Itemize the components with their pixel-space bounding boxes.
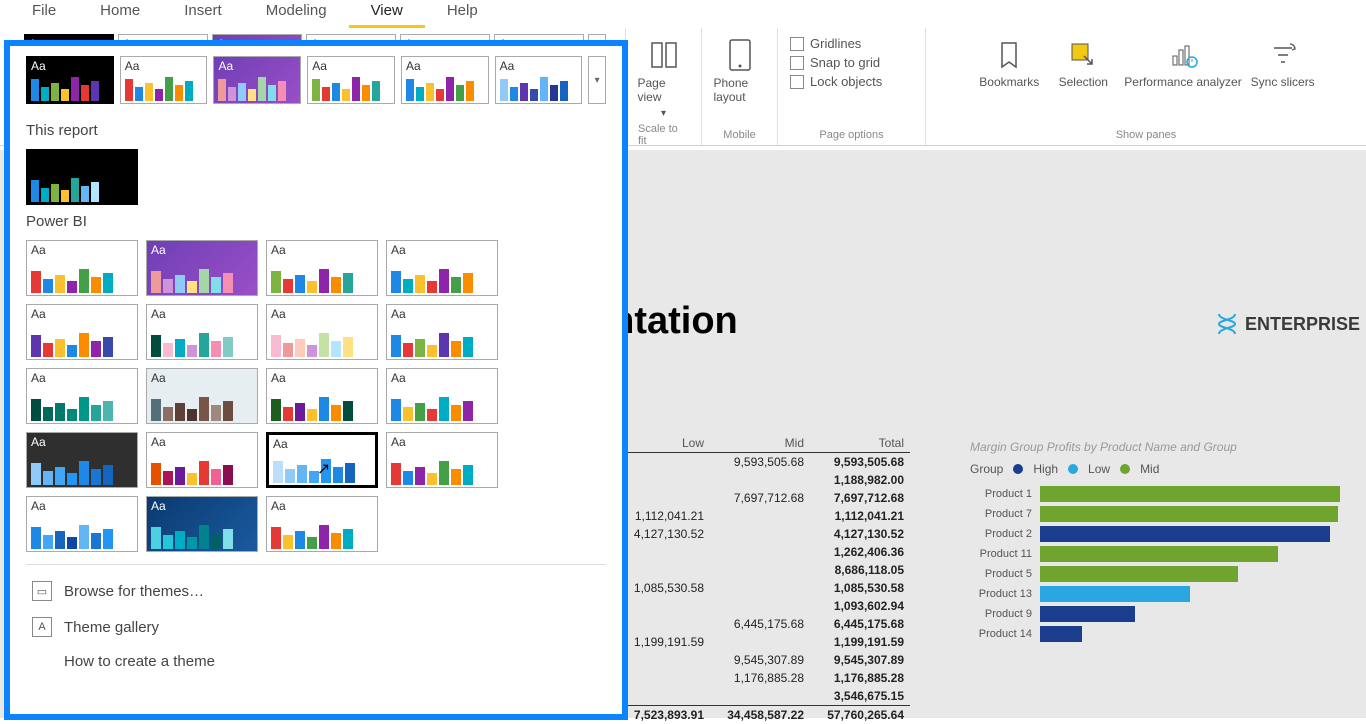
table-row: 9,593,505.689,593,505.68 xyxy=(610,453,910,471)
dropdown-actions: ▭Browse for themes…ATheme galleryHow to … xyxy=(26,564,606,678)
checkbox-snap-to-grid[interactable]: Snap to grid xyxy=(790,53,913,72)
table-row: 4,127,130.524,127,130.52 xyxy=(610,525,910,543)
checkbox-gridlines[interactable]: Gridlines xyxy=(790,34,913,53)
performance-analyzer-icon xyxy=(1166,38,1200,72)
action-theme-gallery[interactable]: ATheme gallery xyxy=(26,609,606,645)
bookmarks-icon xyxy=(992,38,1026,72)
group-label-mobile: Mobile xyxy=(723,129,755,143)
table-row: 9,545,307.899,545,307.89 xyxy=(610,651,910,669)
theme-swatch[interactable]: Aa xyxy=(26,149,138,205)
chart-bar-row: Product 13 xyxy=(970,586,1360,602)
chart-bar-row: Product 1 xyxy=(970,486,1360,502)
theme-swatch[interactable]: Aa xyxy=(26,304,138,360)
theme-swatch[interactable]: Aa xyxy=(146,368,258,424)
theme-swatch[interactable]: Aa xyxy=(146,304,258,360)
theme-swatch[interactable]: Aa xyxy=(495,56,583,104)
menu-file[interactable]: File xyxy=(10,0,78,25)
chart-bar-row: Product 2 xyxy=(970,526,1360,542)
theme-swatch[interactable]: Aa xyxy=(386,432,498,488)
theme-swatch[interactable]: Aa xyxy=(26,368,138,424)
current-theme-slot: Aa xyxy=(26,149,606,205)
theme-swatch[interactable]: Aa xyxy=(386,240,498,296)
bookmarks-button[interactable]: Bookmarks xyxy=(974,34,1044,93)
dna-icon xyxy=(1215,312,1239,336)
table-row: 1,176,885.281,176,885.28 xyxy=(610,669,910,687)
selection-button[interactable]: Selection xyxy=(1048,34,1118,93)
menu-insert[interactable]: Insert xyxy=(162,0,244,25)
theme-swatch[interactable]: Aa xyxy=(26,496,138,552)
data-table[interactable]: LowMidTotal 9,593,505.689,593,505.681,18… xyxy=(610,434,910,724)
sync-slicers-icon xyxy=(1266,38,1300,72)
table-row: 7,697,712.687,697,712.68 xyxy=(610,489,910,507)
theme-swatch[interactable]: Aa xyxy=(386,368,498,424)
theme-swatch[interactable]: Aa xyxy=(146,240,258,296)
section-power-bi: Power BI xyxy=(26,213,606,230)
table-total-row: 7,523,893.9134,458,587.2257,760,265.64 xyxy=(610,705,910,724)
table-row: 1,188,982.00 xyxy=(610,471,910,489)
phone-layout-button[interactable]: Phone layout xyxy=(712,34,768,108)
show-panes-buttons: BookmarksSelectionPerformance analyzerSy… xyxy=(974,34,1317,93)
action-browse-for-themes-[interactable]: ▭Browse for themes… xyxy=(26,573,606,609)
chart-bar-row: Product 7 xyxy=(970,506,1360,522)
checkbox-lock-objects[interactable]: Lock objects xyxy=(790,72,913,91)
menu-help[interactable]: Help xyxy=(425,0,500,25)
table-row: 1,262,406.36 xyxy=(610,543,910,561)
page-view-icon xyxy=(647,38,681,72)
table-row: 6,445,175.686,445,175.68 xyxy=(610,615,910,633)
theme-swatch[interactable]: Aa xyxy=(307,56,395,104)
table-row: 1,112,041.211,112,041.21 xyxy=(610,507,910,525)
chart-bars: Product 1 Product 7 Product 2 Product 11 Pro… xyxy=(970,486,1360,642)
page-options-checks: GridlinesSnap to gridLock objects xyxy=(790,34,913,91)
theme-swatch[interactable]: Aa xyxy=(26,432,138,488)
theme-swatch[interactable]: Aa xyxy=(266,368,378,424)
table-row: 1,199,191.591,199,191.59 xyxy=(610,633,910,651)
table-row: 1,085,530.581,085,530.58 xyxy=(610,579,910,597)
group-label-scale: Scale to fit xyxy=(638,123,689,149)
action-how-to-create-a-theme[interactable]: How to create a theme xyxy=(26,645,606,678)
section-this-report: This report xyxy=(26,122,606,139)
chart-bar-row: Product 9 xyxy=(970,606,1360,622)
theme-swatch[interactable]: Aa xyxy=(120,56,208,104)
chart-title: Margin Group Profits by Product Name and… xyxy=(970,440,1360,454)
theme-swatch[interactable]: Aa xyxy=(26,56,114,104)
table-row: 3,546,675.15 xyxy=(610,687,910,705)
theme-swatch[interactable]: Aa xyxy=(401,56,489,104)
theme-swatch[interactable]: Aa xyxy=(213,56,301,104)
group-label-options: Page options xyxy=(819,129,883,143)
group-label-panes: Show panes xyxy=(1116,129,1177,143)
phone-icon xyxy=(723,38,757,72)
selection-icon xyxy=(1066,38,1100,72)
chart-bar-row: Product 11 xyxy=(970,546,1360,562)
theme-grid: AaAaAaAaAaAaAaAaAaAaAaAaAaAaAa↖AaAaAaAa xyxy=(26,240,606,552)
theme-swatch[interactable]: Aa xyxy=(146,432,258,488)
table-row: 1,093,602.94 xyxy=(610,597,910,615)
theme-swatch[interactable]: Aa xyxy=(386,304,498,360)
theme-swatch[interactable]: Aa xyxy=(266,496,378,552)
theme-swatch[interactable]: Aa xyxy=(146,496,258,552)
table-header: LowMidTotal xyxy=(610,434,910,453)
table-body: 9,593,505.689,593,505.681,188,982.007,69… xyxy=(610,453,910,705)
themes-dropdown: AaAaAaAaAaAa▾ This report Aa Power BI Aa… xyxy=(4,40,628,720)
theme-swatch[interactable]: Aa xyxy=(266,304,378,360)
theme-dropdown-toggle[interactable]: ▾ xyxy=(588,56,606,104)
menu-modeling[interactable]: Modeling xyxy=(244,0,349,25)
chart-legend: GroupHighLowMid xyxy=(970,462,1360,476)
brand-logo: ENTERPRISE xyxy=(1215,312,1360,336)
sync-slicers-button[interactable]: Sync slicers xyxy=(1248,34,1318,93)
theme-swatch[interactable]: Aa↖ xyxy=(266,432,378,488)
theme-swatch[interactable]: Aa xyxy=(26,240,138,296)
page-view-button[interactable]: Page view ▾ xyxy=(636,34,692,123)
menu-home[interactable]: Home xyxy=(78,0,162,25)
chart-bar-row: Product 5 xyxy=(970,566,1360,582)
dropdown-top-strip: AaAaAaAaAaAa▾ xyxy=(26,56,606,104)
theme-swatch[interactable]: Aa xyxy=(266,240,378,296)
chart-bar-row: Product 14 xyxy=(970,626,1360,642)
menu-view[interactable]: View xyxy=(349,0,425,28)
performance-analyzer-button[interactable]: Performance analyzer xyxy=(1122,34,1243,93)
table-row: 8,686,118.05 xyxy=(610,561,910,579)
menu-bar: FileHomeInsertModelingViewHelp xyxy=(0,0,1366,28)
bar-chart[interactable]: Margin Group Profits by Product Name and… xyxy=(970,440,1360,646)
